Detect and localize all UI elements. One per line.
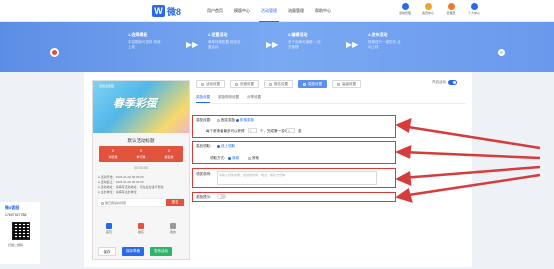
arrow-to-prize-claim: [401, 150, 541, 160]
arrow-to-reward-settings: [401, 124, 541, 150]
arrow-to-claim-desc: [401, 165, 541, 180]
annotation-arrows: [394, 117, 541, 203]
arrow-to-reward-tip: [401, 173, 541, 198]
